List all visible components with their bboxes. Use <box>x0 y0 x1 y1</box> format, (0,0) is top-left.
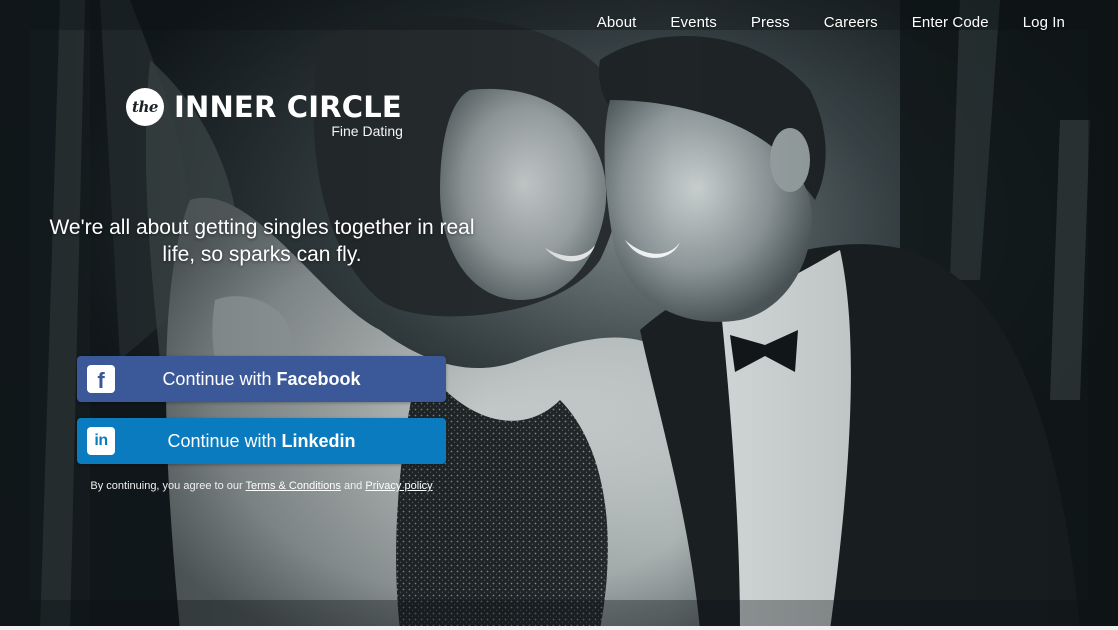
logo-badge: the <box>126 88 164 126</box>
nav-enter-code-link[interactable]: Enter Code <box>895 12 1006 34</box>
legal-conjunction: and <box>340 480 366 492</box>
nav-login-link[interactable]: Log In <box>1006 12 1078 34</box>
facebook-button-brand: Facebook <box>276 368 361 389</box>
top-nav: About Events Press Careers Enter Code Lo… <box>580 12 1078 34</box>
logo-tagline: Fine Dating <box>331 123 403 139</box>
continue-with-linkedin-button[interactable]: in Continue with Linkedin <box>77 418 446 464</box>
legal-prefix: By continuing, you agree to our <box>90 480 246 492</box>
facebook-button-label: Continue with Facebook <box>77 369 446 390</box>
facebook-icon: f <box>87 365 115 393</box>
bottom-strip <box>0 626 1118 630</box>
nav-press-link[interactable]: Press <box>734 12 807 34</box>
hero-headline: We're all about getting singles together… <box>49 216 475 266</box>
continue-with-facebook-button[interactable]: f Continue with Facebook <box>77 356 446 402</box>
linkedin-button-label: Continue with Linkedin <box>77 431 446 452</box>
linkedin-button-brand: Linkedin <box>281 430 356 451</box>
brand-logo[interactable]: the INNER CIRCLE Fine Dating <box>126 88 403 139</box>
privacy-link[interactable]: Privacy policy <box>365 480 432 492</box>
nav-careers-link[interactable]: Careers <box>807 12 895 34</box>
linkedin-button-prefix: Continue with <box>167 430 282 451</box>
terms-link[interactable]: Terms & Conditions <box>246 480 341 492</box>
nav-events-link[interactable]: Events <box>653 12 733 34</box>
logo-name: INNER CIRCLE <box>174 90 402 124</box>
facebook-button-prefix: Continue with <box>162 368 277 389</box>
legal-notice: By continuing, you agree to our Terms & … <box>77 480 446 492</box>
logo-row: the INNER CIRCLE <box>126 88 402 126</box>
nav-about-link[interactable]: About <box>580 12 654 34</box>
landing-page: About Events Press Careers Enter Code Lo… <box>0 0 1118 630</box>
linkedin-icon: in <box>87 427 115 455</box>
